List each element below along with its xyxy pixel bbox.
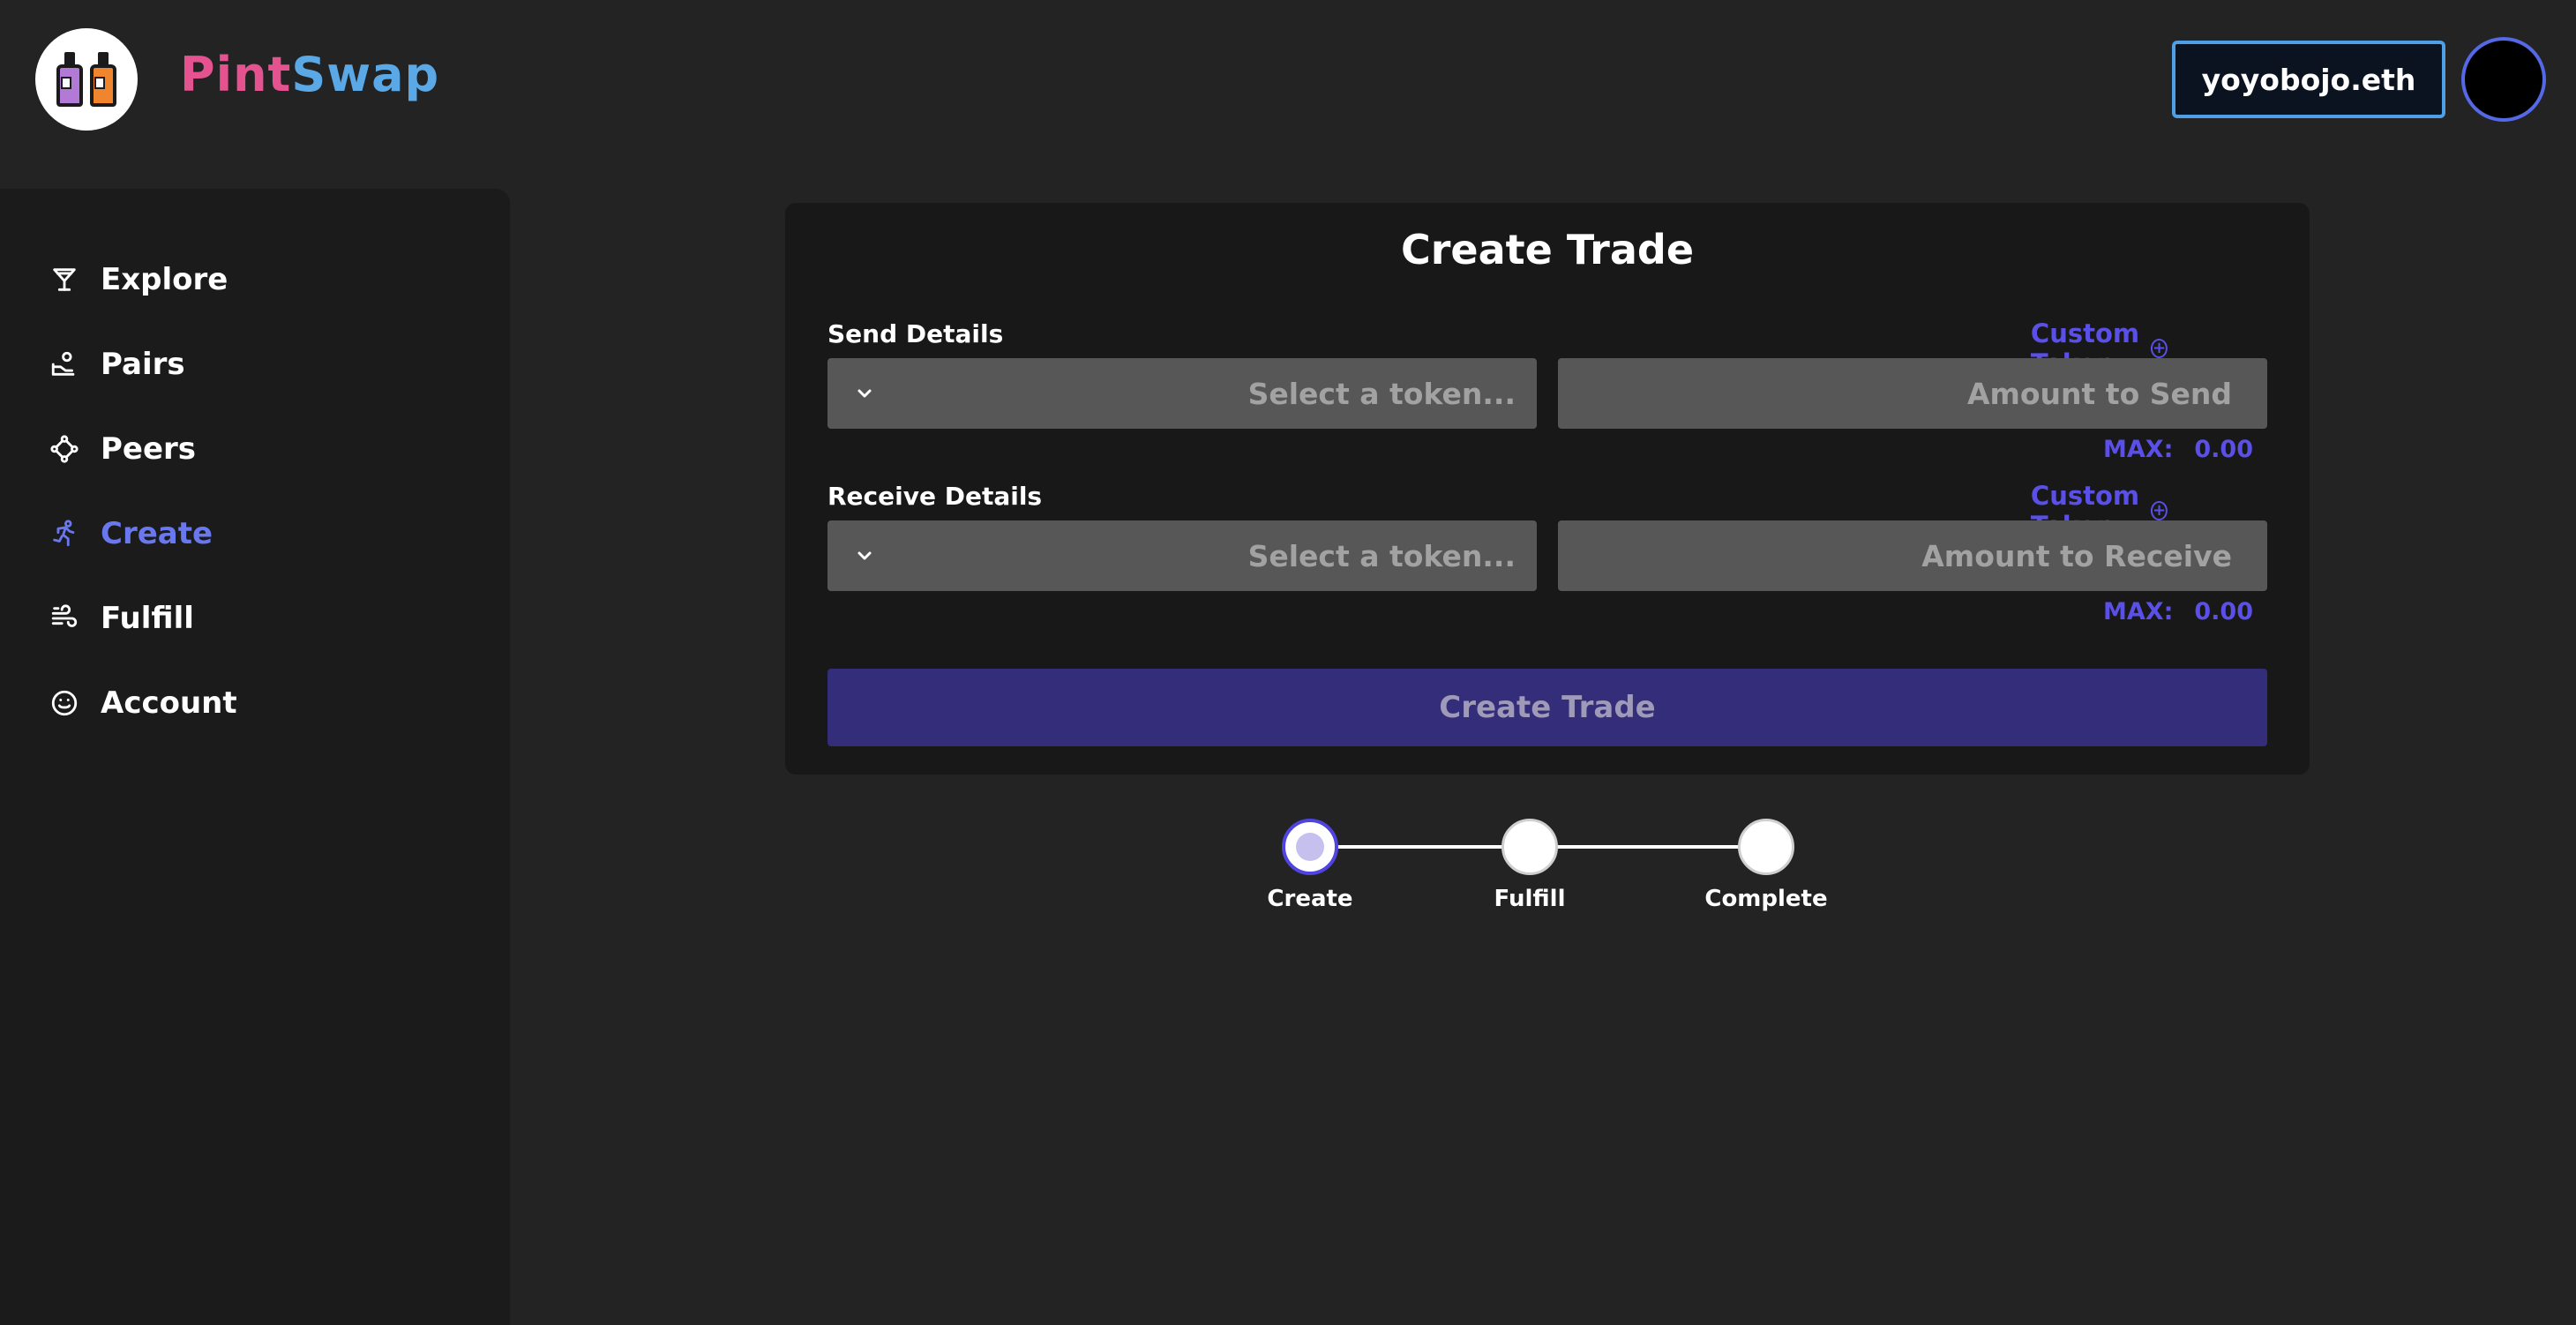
chevron-down-icon — [857, 389, 872, 398]
wallet-button[interactable]: yoyobojo.eth — [2172, 41, 2445, 118]
max-label: MAX: — [2102, 598, 2174, 625]
sidebar-item-label: Pairs — [101, 347, 185, 382]
brand-swap: Swap — [291, 47, 440, 102]
step-label-create: Create — [1267, 886, 1353, 912]
sidebar-item-label: Peers — [101, 431, 197, 467]
brand-pint: Pint — [180, 47, 292, 102]
step-connector — [1556, 845, 1740, 849]
plus-circle-icon: + — [2151, 501, 2168, 520]
max-label: MAX: — [2102, 436, 2174, 463]
sidebar-item-label: Account — [101, 685, 237, 721]
receive-details-label: Receive Details — [827, 482, 1043, 511]
sidebar-item-peers[interactable]: Peers — [49, 423, 196, 475]
sidebar-item-label: Create — [101, 516, 213, 551]
app-root: PintSwap yoyobojo.eth Explore Pairs Peer… — [0, 0, 2576, 1325]
create-trade-card: Create Trade Send Details Custom Token +… — [785, 203, 2310, 775]
wind-icon — [51, 604, 78, 627]
amount-to-send-input[interactable] — [1558, 358, 2267, 429]
sidebar-item-create[interactable]: Create — [49, 507, 213, 560]
amount-to-receive-input[interactable] — [1558, 520, 2267, 591]
hand-coin-icon — [51, 351, 75, 376]
send-details-label: Send Details — [827, 319, 1004, 348]
purple-bottle-icon — [56, 52, 83, 107]
page-title: Create Trade — [1400, 226, 1695, 273]
max-value: 0.00 — [2194, 598, 2253, 625]
chevron-down-icon — [857, 551, 872, 560]
plus-circle-icon: + — [2151, 339, 2168, 358]
sidebar-item-pairs[interactable]: Pairs — [49, 338, 185, 391]
step-dot-complete — [1738, 819, 1794, 875]
send-max-row[interactable]: MAX: 0.00 — [2103, 436, 2253, 463]
receive-max-row[interactable]: MAX: 0.00 — [2103, 598, 2253, 625]
sidebar-item-explore[interactable]: Explore — [49, 253, 228, 306]
send-token-placeholder: Select a token... — [1247, 376, 1516, 411]
running-person-icon — [53, 520, 75, 547]
send-token-select[interactable]: Select a token... — [827, 358, 1537, 429]
receive-token-placeholder: Select a token... — [1247, 538, 1516, 573]
sidebar-item-label: Fulfill — [101, 601, 194, 636]
step-dot-create — [1282, 819, 1338, 875]
sidebar: Explore Pairs Peers Create Fulfill Accou… — [0, 189, 510, 1325]
smiley-face-icon — [51, 690, 78, 716]
step-label-complete: Complete — [1704, 886, 1828, 912]
avatar[interactable] — [2461, 37, 2546, 122]
brand-wordmark[interactable]: PintSwap — [180, 51, 439, 99]
sidebar-item-fulfill[interactable]: Fulfill — [49, 592, 194, 645]
step-label-fulfill: Fulfill — [1494, 886, 1566, 912]
cocktail-glass-icon — [53, 268, 76, 291]
sidebar-item-account[interactable]: Account — [49, 677, 237, 730]
step-dot-fulfill — [1501, 819, 1558, 875]
peers-network-icon — [50, 435, 79, 463]
step-connector — [1337, 845, 1503, 849]
max-value: 0.00 — [2194, 436, 2253, 463]
receive-token-select[interactable]: Select a token... — [827, 520, 1537, 591]
orange-bottle-icon — [90, 52, 116, 107]
sidebar-item-label: Explore — [101, 262, 228, 297]
create-trade-button[interactable]: Create Trade — [827, 669, 2267, 746]
pintswap-logo[interactable] — [35, 28, 138, 131]
